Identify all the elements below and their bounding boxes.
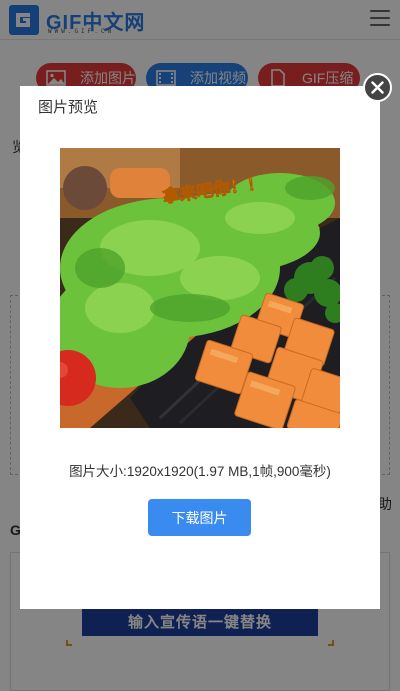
preview-image: 拿来吧你！！	[60, 148, 340, 428]
image-preview-modal: 图片预览 拿来吧你！！ 图片大小:1920x1920(1.97 MB,1帧,90…	[20, 86, 380, 609]
download-image-button[interactable]: 下载图片	[148, 499, 251, 536]
image-info: 图片大小:1920x1920(1.97 MB,1帧,900毫秒)	[69, 464, 331, 479]
modal-title: 图片预览	[38, 99, 99, 116]
close-icon[interactable]	[363, 73, 392, 102]
